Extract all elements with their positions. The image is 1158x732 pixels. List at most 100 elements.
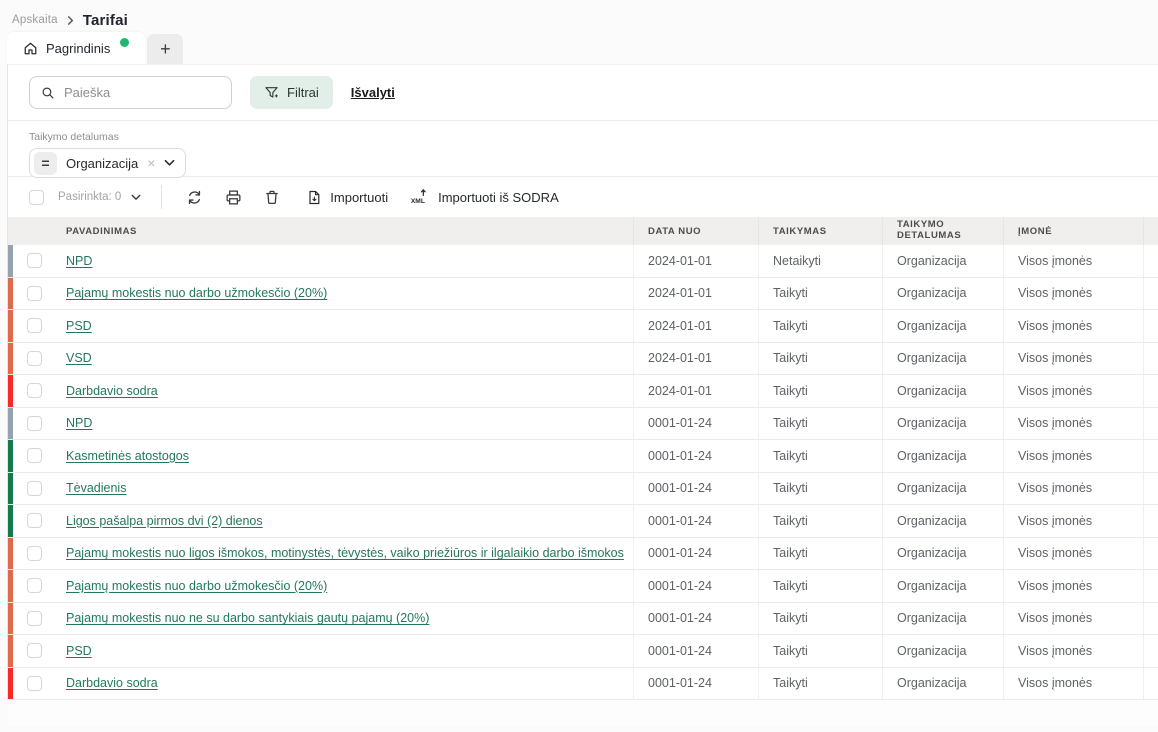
tariff-name-link[interactable]: Pajamų mokestis nuo ne su darbo santykia… <box>66 611 429 625</box>
tariff-name-link[interactable]: Pajamų mokestis nuo darbo užmokesčio (20… <box>66 579 327 593</box>
selected-count-dropdown[interactable]: Pasirinkta: 0 <box>58 191 141 203</box>
tariff-name-link[interactable]: Kasmetinės atostogos <box>66 449 189 463</box>
column-header-taikymo-detalumas[interactable]: TAIKYMO DETALUMAS <box>882 217 1003 245</box>
chevron-down-icon[interactable] <box>164 159 175 167</box>
cell-imone: Visos įmonės <box>1003 635 1143 667</box>
row-checkbox[interactable] <box>27 643 42 658</box>
row-checkbox[interactable] <box>27 351 42 366</box>
tariff-name-link[interactable]: PSD <box>66 319 92 333</box>
cell-taikymas: Taikyti <box>758 278 882 310</box>
chevron-right-icon <box>66 16 75 25</box>
import-button[interactable]: Importuoti <box>306 189 388 206</box>
clear-filters-link[interactable]: Išvalyti <box>351 85 395 100</box>
row-checkbox[interactable] <box>27 448 42 463</box>
tariff-name-link[interactable]: Tėvadienis <box>66 481 126 495</box>
cell-taikymo-detalumas: Organizacija <box>882 538 1003 570</box>
filter-chip-organizacija[interactable]: = Organizacija × <box>29 148 186 178</box>
chip-remove-icon[interactable]: × <box>147 156 155 170</box>
search-box[interactable] <box>29 76 232 109</box>
printer-icon <box>225 189 242 206</box>
row-checkbox[interactable] <box>27 416 42 431</box>
cell-date-from: 0001-01-24 <box>633 570 758 602</box>
tariff-name-link[interactable]: Darbdavio sodra <box>66 676 158 690</box>
cell-date-from: 2024-01-01 <box>633 245 758 277</box>
cell-taikymo-detalumas: Organizacija <box>882 603 1003 635</box>
cell-imone: Visos įmonės <box>1003 570 1143 602</box>
tariff-name-link[interactable]: Pajamų mokestis nuo darbo užmokesčio (20… <box>66 286 327 300</box>
tariff-name-link[interactable]: Pajamų mokestis nuo ligos išmokos, motin… <box>66 546 624 560</box>
import-sodra-button-label: Importuoti iš SODRA <box>438 190 559 205</box>
select-all-checkbox[interactable] <box>29 190 44 205</box>
table-row: VSD 2024-01-01 Taikyti Organizacija Viso… <box>8 343 1158 376</box>
row-checkbox[interactable] <box>27 546 42 561</box>
import-file-icon <box>306 189 322 206</box>
cell-date-from: 0001-01-24 <box>633 603 758 635</box>
row-checkbox[interactable] <box>27 481 42 496</box>
row-checkbox[interactable] <box>27 611 42 626</box>
cell-taikymo-detalumas: Organizacija <box>882 278 1003 310</box>
cell-taikymas: Taikyti <box>758 343 882 375</box>
table-row: Pajamų mokestis nuo darbo užmokesčio (20… <box>8 570 1158 603</box>
cell-imone: Visos įmonės <box>1003 375 1143 407</box>
cell-taikymas: Taikyti <box>758 473 882 505</box>
add-tab-button[interactable]: + <box>147 34 183 64</box>
row-checkbox[interactable] <box>27 383 42 398</box>
row-checkbox[interactable] <box>27 513 42 528</box>
cell-date-from: 0001-01-24 <box>633 635 758 667</box>
table-row: Kasmetinės atostogos 0001-01-24 Taikyti … <box>8 440 1158 473</box>
row-checkbox[interactable] <box>27 578 42 593</box>
refresh-button[interactable] <box>182 185 207 210</box>
tariff-name-link[interactable]: PSD <box>66 644 92 658</box>
cell-taikymas: Taikyti <box>758 603 882 635</box>
tariff-name-link[interactable]: NPD <box>66 254 92 268</box>
cell-date-from: 2024-01-01 <box>633 310 758 342</box>
column-header-data-nuo[interactable]: DATA NUO <box>633 217 758 245</box>
cell-taikymo-detalumas: Organizacija <box>882 245 1003 277</box>
search-input[interactable] <box>64 85 214 100</box>
tariff-name-link[interactable]: Ligos pašalpa pirmos dvi (2) dienos <box>66 514 263 528</box>
cell-date-from: 2024-01-01 <box>633 375 758 407</box>
print-button[interactable] <box>221 185 246 210</box>
row-checkbox[interactable] <box>27 286 42 301</box>
cell-imone: Visos įmonės <box>1003 668 1143 700</box>
column-header-taikymas[interactable]: TAIKYMAS <box>758 217 882 245</box>
chevron-down-icon <box>131 194 141 201</box>
filter-group-label: Taikymo detalumas <box>29 131 1158 143</box>
cell-taikymas: Taikyti <box>758 538 882 570</box>
tariff-name-link[interactable]: VSD <box>66 351 92 365</box>
cell-taikymas: Taikyti <box>758 570 882 602</box>
active-filters-section: Taikymo detalumas = Organizacija × <box>8 121 1158 177</box>
cell-imone: Visos įmonės <box>1003 408 1143 440</box>
filter-funnel-icon <box>264 85 279 100</box>
cell-imone: Visos įmonės <box>1003 538 1143 570</box>
tariff-name-link[interactable]: NPD <box>66 416 92 430</box>
filters-button[interactable]: Filtrai <box>250 76 333 109</box>
selected-count-label: Pasirinkta: 0 <box>58 191 121 203</box>
cell-date-from: 0001-01-24 <box>633 505 758 537</box>
table-row: NPD 2024-01-01 Netaikyti Organizacija Vi… <box>8 245 1158 278</box>
cell-date-from: 0001-01-24 <box>633 408 758 440</box>
cell-date-from: 2024-01-01 <box>633 343 758 375</box>
row-checkbox[interactable] <box>27 676 42 691</box>
table-body: NPD 2024-01-01 Netaikyti Organizacija Vi… <box>8 245 1158 700</box>
column-header-imone[interactable]: ĮMONĖ <box>1003 217 1143 245</box>
row-checkbox[interactable] <box>27 318 42 333</box>
tab-pagrindinis[interactable]: Pagrindinis <box>7 32 145 64</box>
delete-button[interactable] <box>260 185 284 210</box>
table-footer-space <box>8 700 1158 726</box>
import-sodra-button[interactable]: XML Importuoti iš SODRA <box>410 188 559 206</box>
cell-imone: Visos įmonės <box>1003 245 1143 277</box>
refresh-icon <box>186 189 203 206</box>
table-row: PSD 0001-01-24 Taikyti Organizacija Viso… <box>8 635 1158 668</box>
breadcrumb: Apskaita Tarifai <box>0 0 1158 32</box>
breadcrumb-parent[interactable]: Apskaita <box>12 14 58 26</box>
tariff-name-link[interactable]: Darbdavio sodra <box>66 384 158 398</box>
cell-taikymo-detalumas: Organizacija <box>882 635 1003 667</box>
column-header-pavadinimas[interactable]: PAVADINIMAS <box>55 217 633 245</box>
xml-upload-icon: XML <box>410 188 430 206</box>
cell-date-from: 0001-01-24 <box>633 473 758 505</box>
filters-button-label: Filtrai <box>287 85 319 100</box>
import-button-label: Importuoti <box>330 190 388 205</box>
row-checkbox[interactable] <box>27 253 42 268</box>
search-row: Filtrai Išvalyti <box>8 65 1158 121</box>
